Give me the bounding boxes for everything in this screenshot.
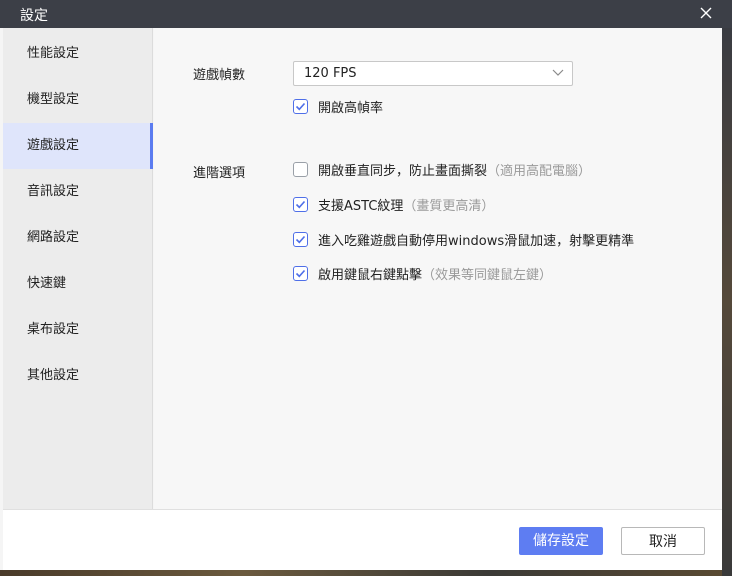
- fps-select[interactable]: 120 FPS: [293, 61, 573, 86]
- high-fps-option[interactable]: 開啟高幀率: [293, 97, 384, 116]
- settings-sidebar: 性能設定 機型設定 遊戲設定 音訊設定 網路設定 快速鍵 桌布設定 其他設定: [3, 28, 153, 509]
- close-icon: [700, 7, 712, 19]
- check-icon: [295, 269, 306, 277]
- sidebar-item-label: 網路設定: [27, 230, 80, 245]
- right-click-label: 啟用鍵鼠右鍵點擊: [318, 267, 423, 283]
- sidebar-item-shortcuts[interactable]: 快速鍵: [3, 261, 153, 307]
- astc-label: 支援ASTC紋理: [318, 198, 404, 214]
- right-click-checkbox[interactable]: [293, 265, 308, 281]
- astc-option[interactable]: 支援ASTC紋理 （畫質更高清）: [293, 195, 495, 214]
- save-button[interactable]: 儲存設定: [519, 527, 603, 555]
- dialog-footer: 儲存設定 取消: [3, 509, 722, 570]
- fps-label: 遊戲幀數: [193, 68, 246, 83]
- mouse-accel-label: 進入吃雞遊戲自動停用windows滑鼠加速，射擊更精準: [318, 233, 635, 249]
- check-icon: [295, 235, 306, 243]
- vsync-note: （適用高配電腦）: [487, 163, 592, 179]
- right-click-option[interactable]: 啟用鍵鼠右鍵點擊 （效果等同鍵鼠左鍵）: [293, 264, 553, 283]
- sidebar-item-label: 遊戲設定: [27, 138, 80, 153]
- chevron-down-icon: [552, 69, 564, 76]
- mouse-accel-option[interactable]: 進入吃雞遊戲自動停用windows滑鼠加速，射擊更精準: [293, 230, 635, 249]
- vsync-checkbox[interactable]: [293, 161, 308, 177]
- cancel-button[interactable]: 取消: [621, 527, 705, 555]
- background-strip-right: [722, 28, 732, 576]
- close-button[interactable]: [697, 4, 715, 22]
- sidebar-item-label: 性能設定: [27, 46, 80, 61]
- sidebar-item-network[interactable]: 網路設定: [3, 215, 153, 261]
- astc-checkbox[interactable]: [293, 196, 308, 212]
- dialog-title: 設定: [20, 8, 48, 24]
- fps-select-value: 120 FPS: [304, 66, 357, 81]
- sidebar-item-label: 快速鍵: [27, 276, 67, 291]
- settings-dialog: 設定 性能設定 機型設定 遊戲設定 音訊設定 網路設定 快速鍵 桌布設定 其他設…: [0, 0, 732, 570]
- check-icon: [295, 200, 306, 208]
- check-icon: [295, 102, 306, 110]
- high-fps-label: 開啟高幀率: [318, 100, 384, 116]
- sidebar-item-game[interactable]: 遊戲設定: [3, 123, 153, 169]
- game-settings-panel: 遊戲幀數 120 FPS 開啟高幀率 進階選項 開啟垂直同步，防止畫面撕裂 （適用…: [154, 28, 722, 509]
- sidebar-item-audio[interactable]: 音訊設定: [3, 169, 153, 215]
- sidebar-item-performance[interactable]: 性能設定: [3, 31, 153, 77]
- sidebar-item-label: 機型設定: [27, 92, 80, 107]
- right-click-note: （效果等同鍵鼠左鍵）: [422, 267, 553, 283]
- astc-note: （畫質更高清）: [403, 198, 495, 214]
- vsync-option[interactable]: 開啟垂直同步，防止畫面撕裂 （適用高配電腦）: [293, 160, 592, 179]
- sidebar-item-label: 桌布設定: [27, 322, 80, 337]
- sidebar-item-label: 其他設定: [27, 368, 80, 383]
- vsync-label: 開啟垂直同步，防止畫面撕裂: [318, 163, 488, 179]
- sidebar-item-other[interactable]: 其他設定: [3, 353, 153, 399]
- advanced-options-label: 進階選項: [193, 166, 246, 181]
- high-fps-checkbox[interactable]: [293, 98, 308, 114]
- sidebar-item-label: 音訊設定: [27, 184, 80, 199]
- title-bar: 設定: [0, 0, 732, 28]
- mouse-accel-checkbox[interactable]: [293, 231, 308, 247]
- sidebar-item-device-model[interactable]: 機型設定: [3, 77, 153, 123]
- sidebar-item-wallpaper[interactable]: 桌布設定: [3, 307, 153, 353]
